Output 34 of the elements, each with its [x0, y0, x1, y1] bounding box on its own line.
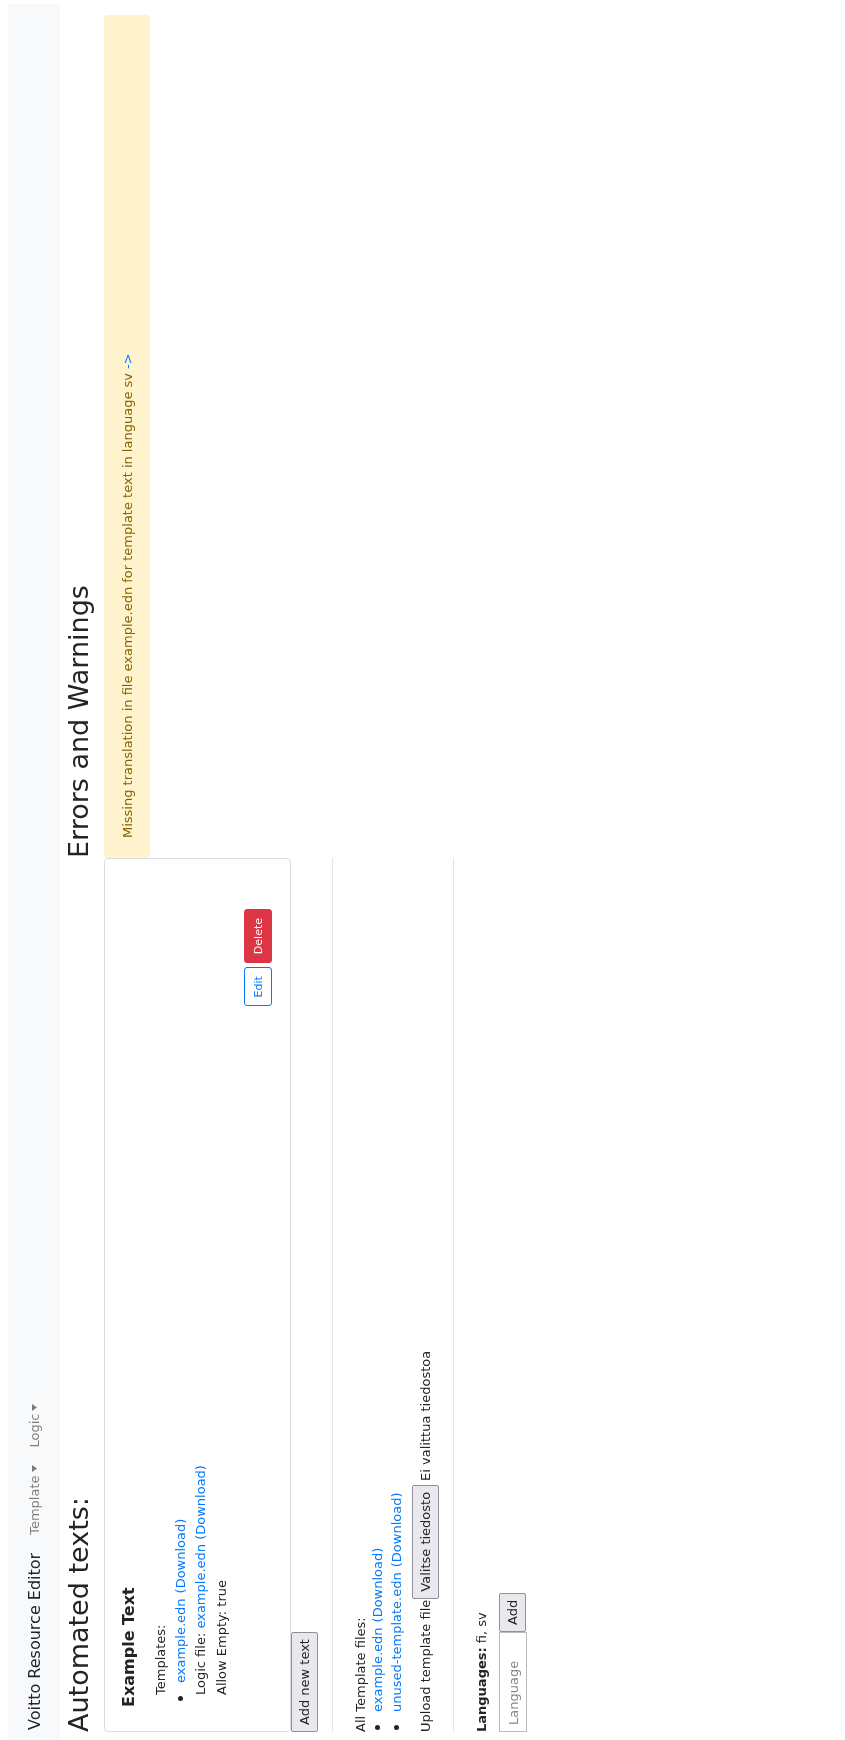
file-status-text: Ei valittua tiedostoa: [418, 1350, 433, 1481]
logic-file-line: Logic file: example.edn (Download): [192, 1465, 209, 1695]
download-link[interactable]: (Download): [171, 1518, 190, 1594]
caret-icon: [31, 1465, 37, 1473]
delete-button[interactable]: Delete: [244, 909, 272, 964]
section-heading: Errors and Warnings: [64, 584, 94, 858]
languages-text: Languages: fi, sv: [474, 1612, 489, 1732]
warning-link[interactable]: ->: [119, 353, 135, 369]
files-label: All Template files:: [353, 1617, 368, 1732]
add-text-button[interactable]: Add new text: [291, 1632, 318, 1732]
file-link[interactable]: example.edn: [193, 1544, 208, 1629]
file-link[interactable]: example.edn: [171, 1598, 190, 1683]
download-link[interactable]: (Download): [368, 1547, 387, 1623]
choose-file-button[interactable]: Valitse tiedosto: [412, 1484, 439, 1599]
nav-menu[interactable]: Template: [26, 1465, 42, 1535]
edit-button[interactable]: Edit: [244, 967, 272, 1007]
file-link[interactable]: example.edn: [368, 1627, 387, 1712]
templates-label: Templates:: [152, 1624, 169, 1695]
bullet-icon: [178, 1696, 183, 1701]
bullet-icon: [394, 1725, 399, 1730]
section-heading: Automated texts:: [64, 1496, 94, 1732]
language-input[interactable]: Language: [499, 1632, 527, 1732]
allow-empty-text: Allow Empty: true: [213, 1580, 230, 1695]
warning-message: Missing translation in file example.edn for template text in language sv: [119, 373, 135, 838]
card-title: Example Text: [119, 1587, 138, 1707]
add-language-button[interactable]: Add: [499, 1592, 526, 1632]
download-link[interactable]: (Download): [387, 1492, 406, 1568]
brand-title[interactable]: Voitto Resource Editor: [24, 1552, 44, 1730]
download-link[interactable]: (Download): [193, 1465, 208, 1540]
nav-menu[interactable]: Logic: [26, 1403, 42, 1448]
bullet-icon: [375, 1725, 380, 1730]
caret-icon: [31, 1403, 37, 1411]
upload-label: Upload template file: [418, 1599, 433, 1732]
file-link[interactable]: unused-template.edn: [387, 1572, 406, 1712]
